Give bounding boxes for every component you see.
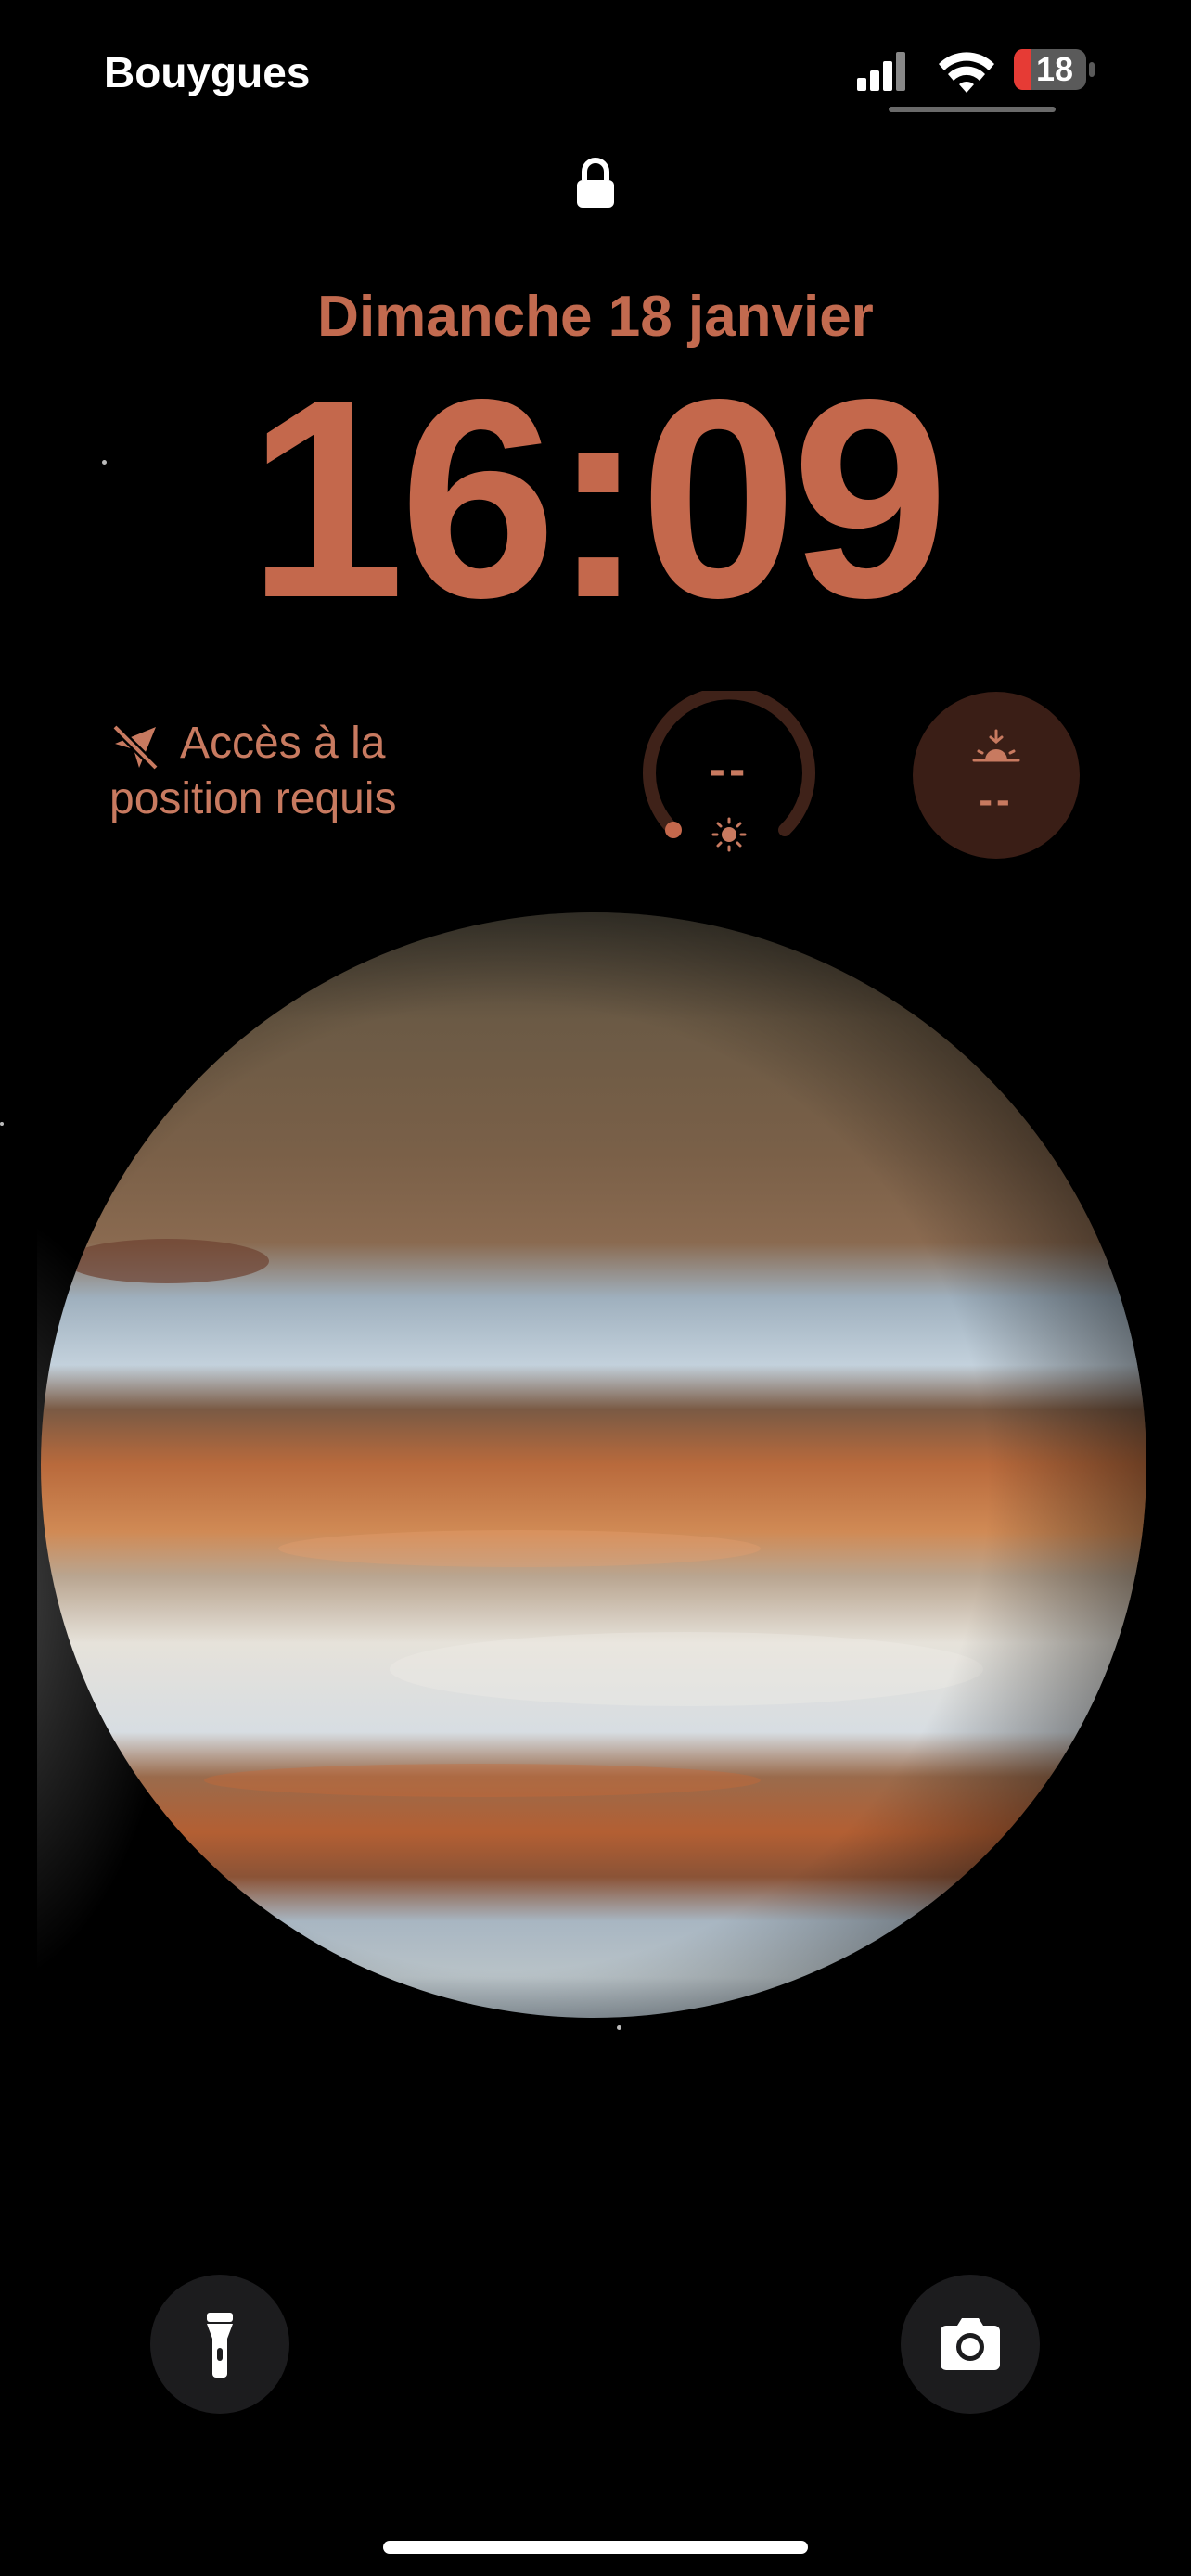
cellular-signal-icon	[857, 52, 905, 91]
lock-icon	[577, 158, 614, 208]
flashlight-icon	[207, 2313, 233, 2378]
location-slash-icon	[111, 723, 160, 772]
sunset-value: --	[979, 777, 1014, 823]
sun-icon	[711, 817, 747, 852]
carrier-name: Bouygues	[104, 48, 311, 96]
sunset-widget[interactable]: --	[913, 692, 1080, 859]
wallpaper-planet-jupiter	[37, 909, 1146, 2021]
battery-indicator: 18	[1013, 48, 1096, 91]
dynamic-island-indicator	[889, 107, 1056, 112]
home-indicator[interactable]	[383, 2541, 808, 2554]
star-dot	[102, 460, 107, 465]
star-dot	[617, 2025, 621, 2030]
location-message-line1: Accès à la	[180, 719, 386, 768]
star-dot	[0, 1122, 4, 1126]
camera-icon	[941, 2318, 1000, 2370]
sunset-icon	[972, 729, 1020, 762]
camera-button[interactable]	[901, 2275, 1040, 2414]
uv-index-value: --	[709, 743, 749, 797]
location-widget[interactable]: Accès à la position requis	[109, 716, 518, 836]
location-message-line2: position requis	[109, 774, 397, 823]
battery-percentage: 18	[1035, 50, 1074, 88]
lock-screen-time[interactable]: 16:09	[0, 351, 1191, 647]
flashlight-button[interactable]	[150, 2275, 289, 2414]
wifi-icon	[939, 52, 994, 93]
